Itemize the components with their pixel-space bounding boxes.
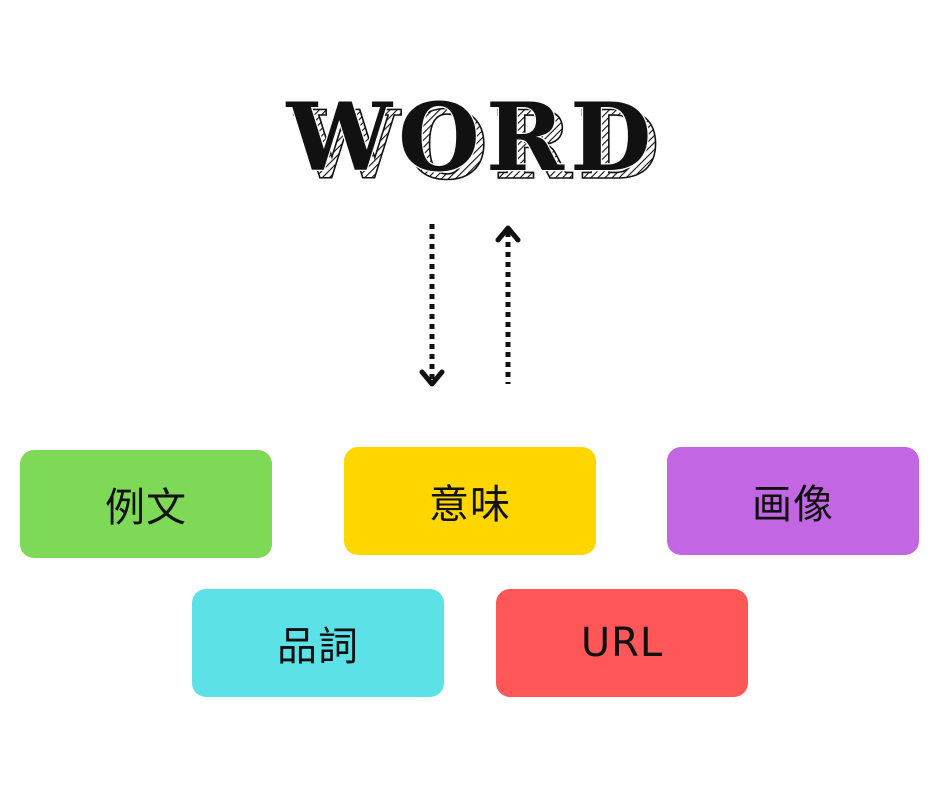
url-label: URL — [580, 620, 664, 666]
image-label: 画像 — [752, 482, 834, 528]
title-text: WORD — [285, 83, 657, 193]
part-of-speech-label: 品詞 — [277, 624, 359, 670]
image-box: 画像 — [667, 447, 919, 555]
arrow-down — [419, 224, 445, 387]
arrow-up — [495, 225, 521, 384]
url-box: URL — [496, 589, 748, 697]
example-sentence-box: 例文 — [20, 450, 272, 558]
part-of-speech-box: 品詞 — [192, 589, 444, 697]
meaning-label: 意味 — [429, 482, 511, 528]
title-word: WORD WORD — [0, 82, 940, 202]
example-sentence-label: 例文 — [105, 485, 187, 531]
title-graphic: WORD WORD — [284, 82, 660, 202]
meaning-box: 意味 — [344, 447, 596, 555]
